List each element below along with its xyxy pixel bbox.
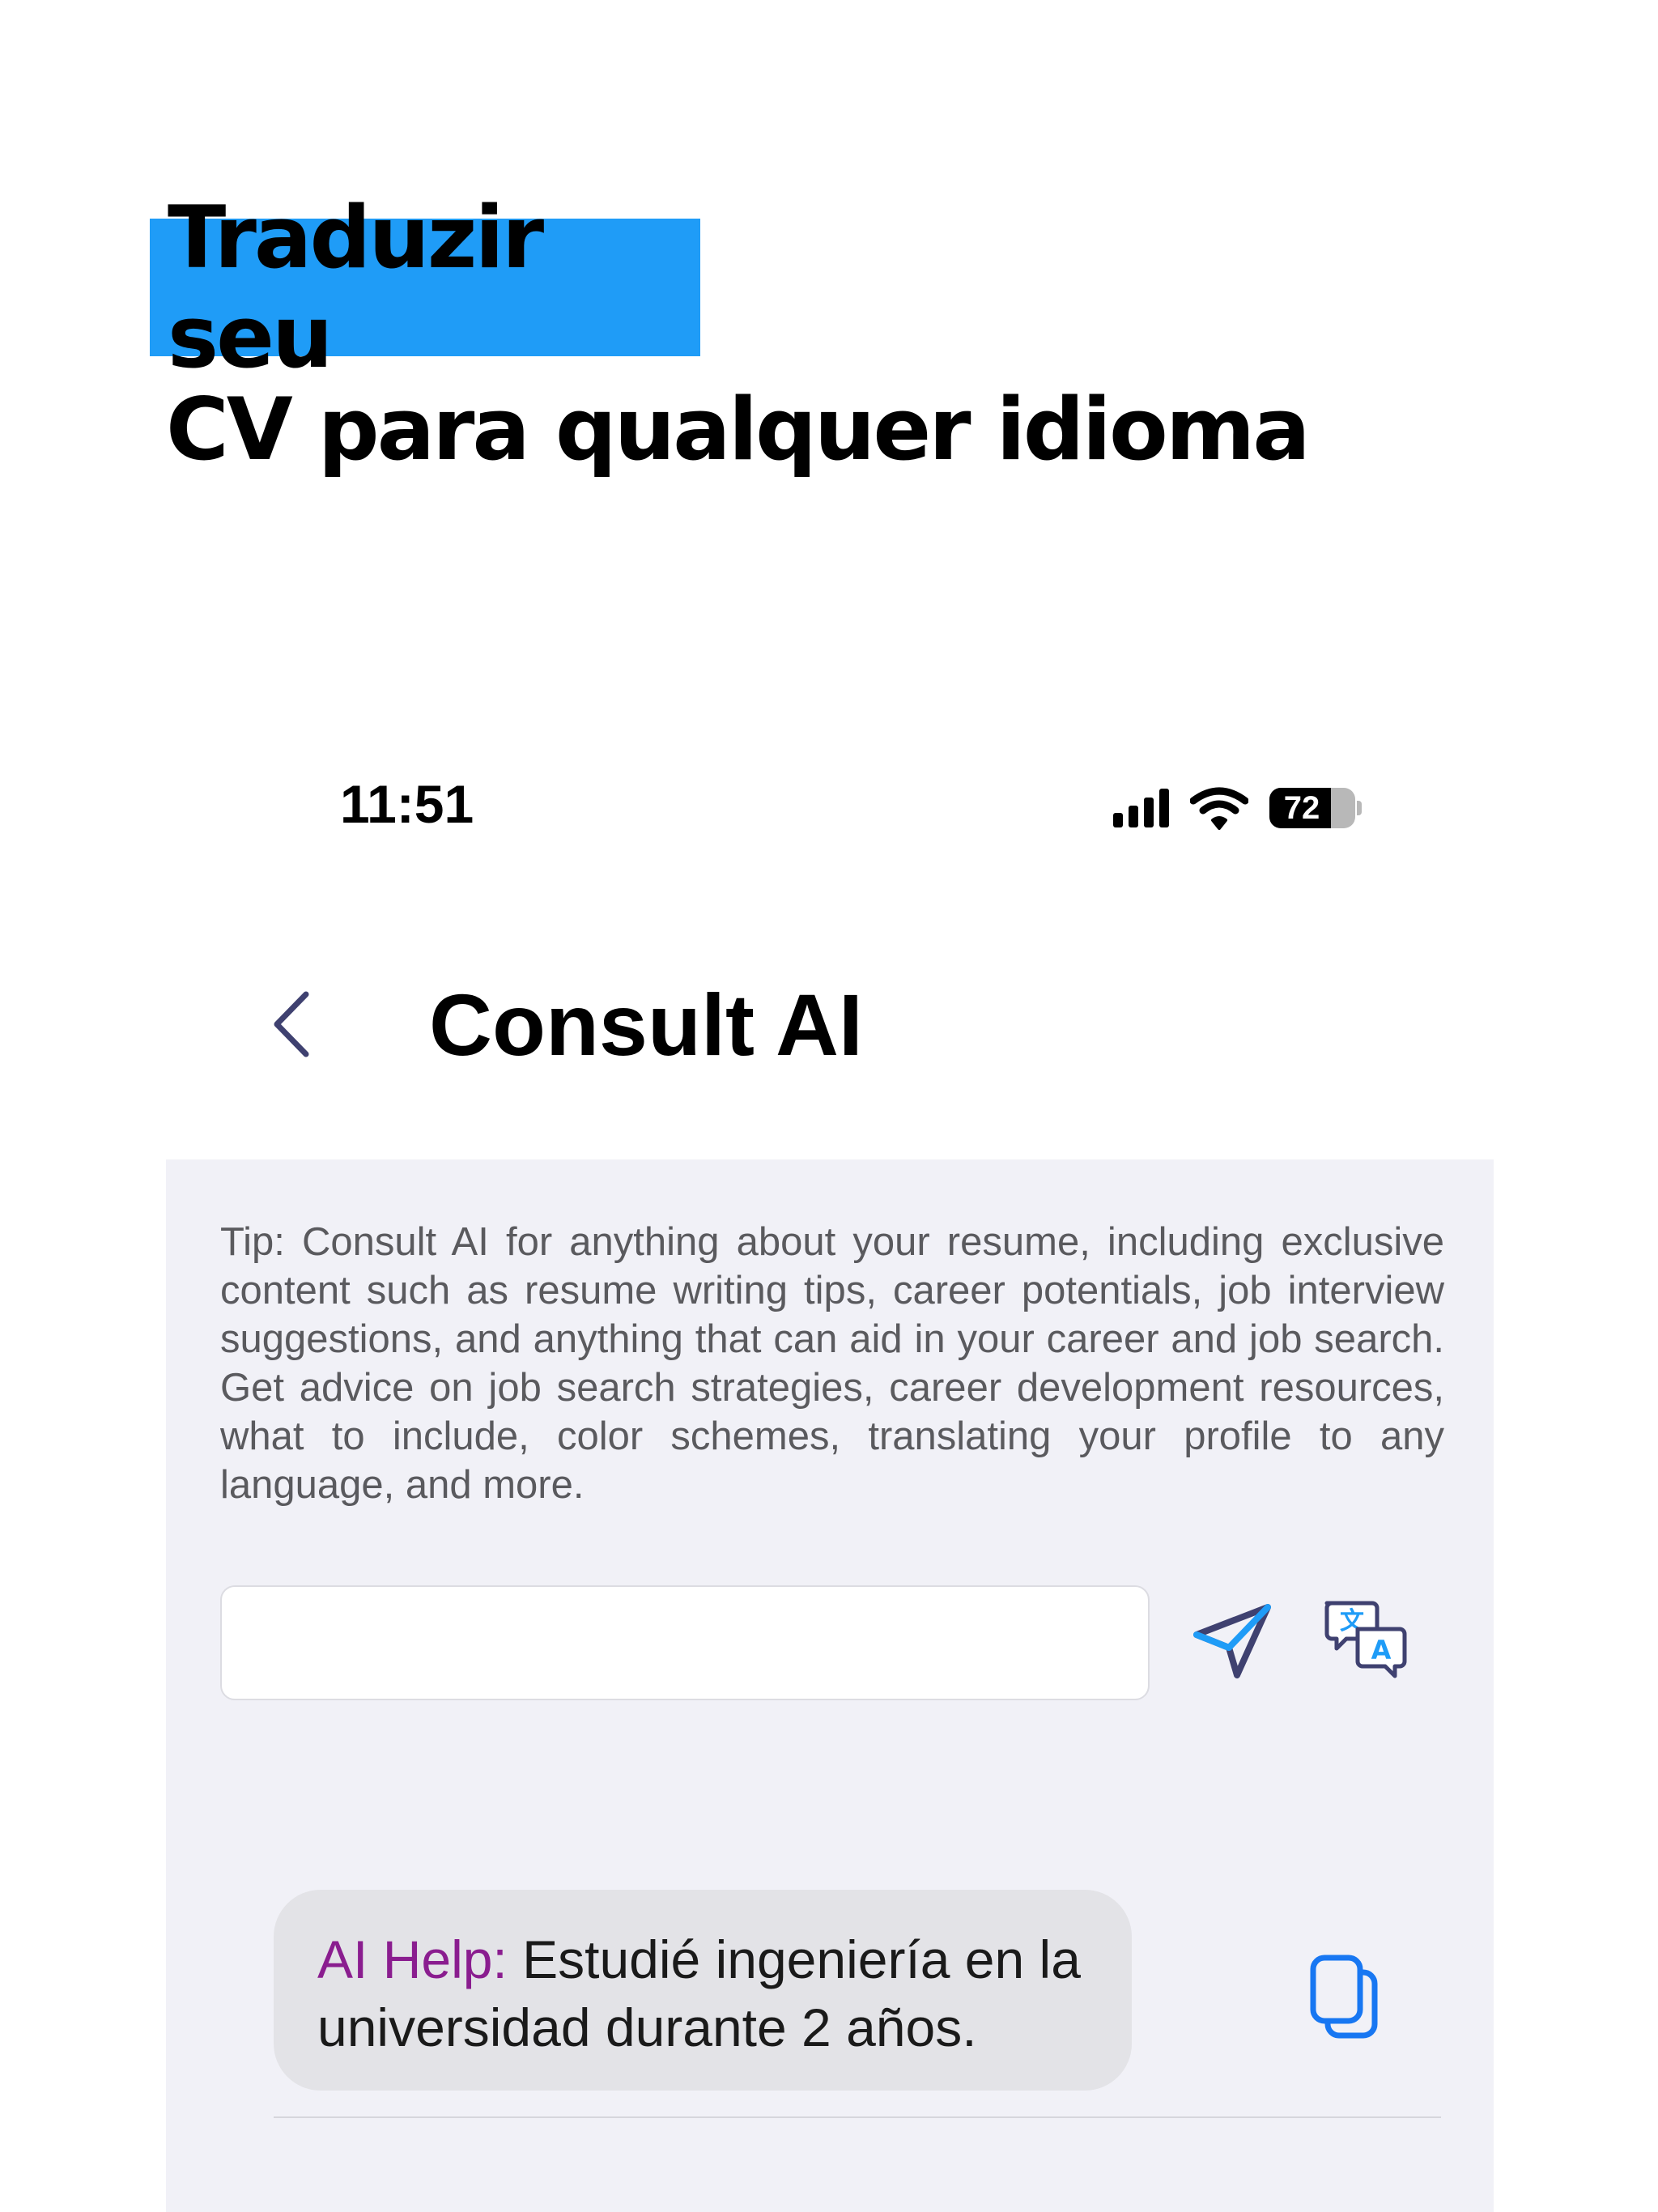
headline-line-2: CV para qualquer idioma bbox=[166, 368, 1311, 490]
status-time: 11:51 bbox=[340, 774, 474, 834]
send-button[interactable] bbox=[1188, 1597, 1277, 1686]
back-button[interactable] bbox=[259, 976, 324, 1073]
battery-body: 72 bbox=[1269, 788, 1355, 828]
tip-text: Tip: Consult AI for anything about your … bbox=[220, 1220, 1444, 1507]
headline-line-1-text: Traduzir seu bbox=[168, 188, 544, 387]
page-title: Consult AI bbox=[429, 975, 863, 1074]
headline-line-2-text: CV para qualquer idioma bbox=[166, 379, 1311, 479]
translate-icon: 文 A bbox=[1324, 1601, 1407, 1678]
status-icons: 72 bbox=[1113, 784, 1362, 832]
copy-icon bbox=[1310, 1955, 1378, 2039]
ai-message-bubble: AI Help: Estudié ingeniería en la univer… bbox=[274, 1890, 1132, 2091]
chevron-left-icon bbox=[274, 991, 309, 1057]
question-input[interactable] bbox=[220, 1585, 1150, 1700]
headline-line-1: Traduzir seu bbox=[150, 188, 700, 387]
ai-help-label: AI Help: bbox=[317, 1929, 508, 1989]
message-divider bbox=[274, 2116, 1441, 2118]
wifi-icon bbox=[1190, 787, 1248, 830]
copy-button[interactable] bbox=[1295, 1945, 1392, 2050]
svg-text:A: A bbox=[1371, 1635, 1392, 1665]
consult-panel: Tip: Consult AI for anything about your … bbox=[166, 1159, 1494, 2212]
battery-icon: 72 bbox=[1269, 788, 1362, 828]
battery-nub bbox=[1357, 801, 1362, 815]
signal-icon bbox=[1113, 789, 1169, 827]
battery-level: 72 bbox=[1283, 789, 1320, 826]
translate-button[interactable]: 文 A bbox=[1317, 1590, 1414, 1687]
paper-plane-icon bbox=[1193, 1604, 1271, 1678]
